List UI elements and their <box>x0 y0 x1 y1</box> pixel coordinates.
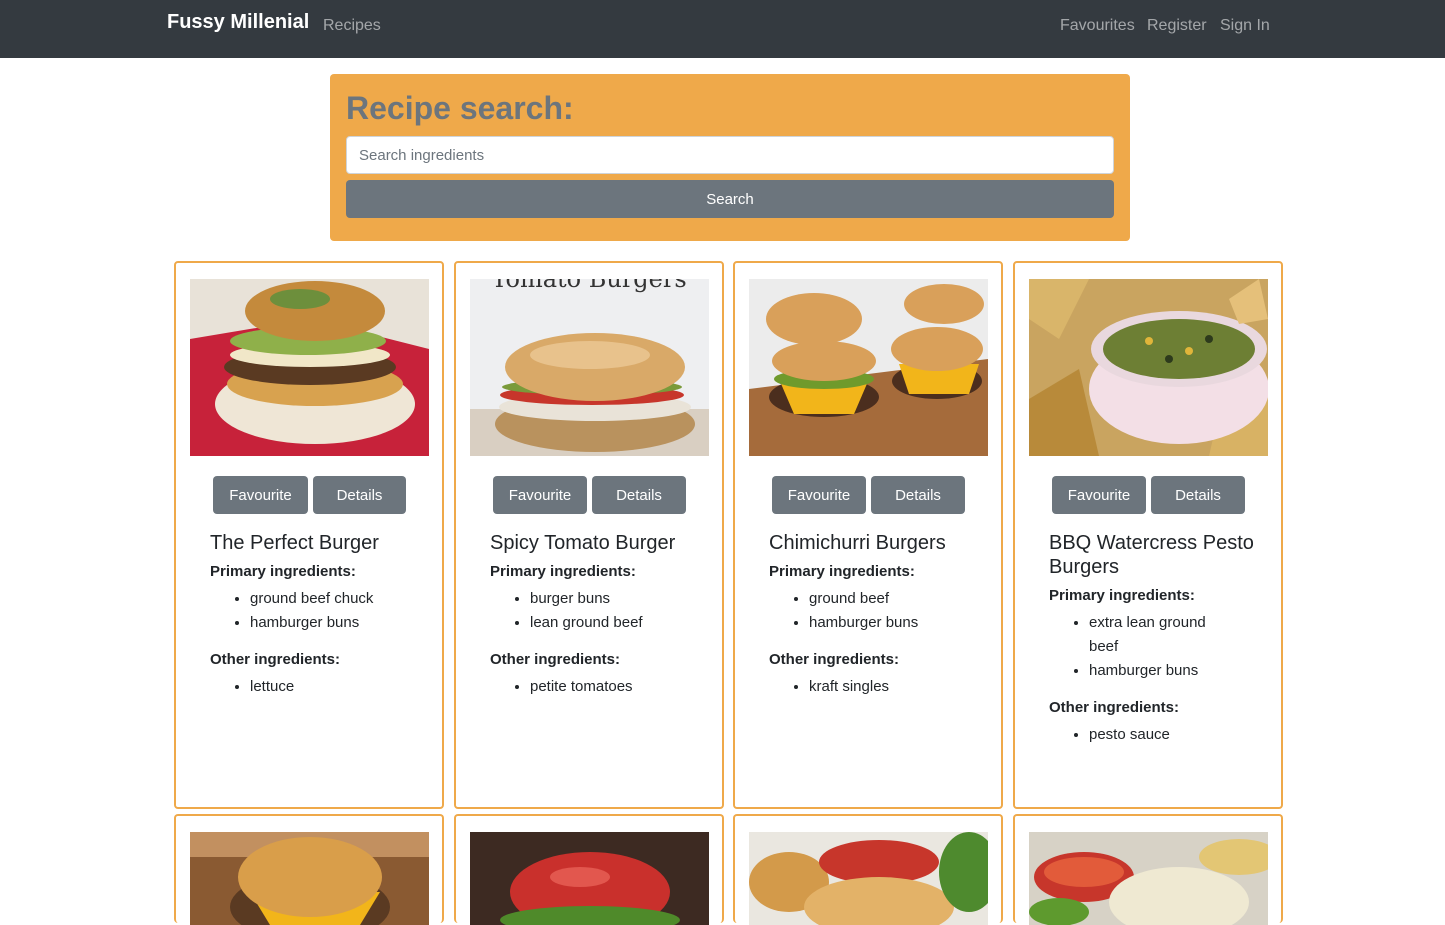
details-button[interactable]: Details <box>1151 476 1245 514</box>
recipe-card: Favourite Details BBQ Watercress Pesto B… <box>1013 261 1283 809</box>
list-item: ground beef chuck <box>250 587 432 611</box>
recipe-card <box>733 814 1003 925</box>
primary-ingredients-list: burger buns lean ground beef <box>490 587 712 635</box>
card-button-row: Favourite Details <box>772 476 972 514</box>
other-ingredients-label: Other ingredients: <box>490 651 621 668</box>
dip-photo <box>1029 279 1268 456</box>
burger-photo <box>749 832 988 925</box>
primary-ingredients-list: ground beef hamburger buns <box>769 587 991 635</box>
other-ingredients-label: Other ingredients: <box>769 651 900 668</box>
search-button[interactable]: Search <box>346 180 1114 218</box>
recipe-card: Tomato Burgers Favourite Details Spicy T… <box>454 261 724 809</box>
recipe-image[interactable] <box>749 832 988 925</box>
search-input[interactable] <box>346 136 1114 174</box>
recipe-card <box>174 814 444 925</box>
recipe-image[interactable]: Tomato Burgers <box>470 279 709 456</box>
image-caption: Tomato Burgers <box>491 279 686 293</box>
card-button-row: Favourite Details <box>1052 476 1252 514</box>
burger-photo: Tomato Burgers <box>470 279 709 456</box>
nav-link-favourites[interactable]: Favourites <box>1060 17 1135 35</box>
details-button[interactable]: Details <box>313 476 406 514</box>
other-ingredients-list: lettuce <box>210 675 432 699</box>
card-button-row: Favourite Details <box>493 476 693 514</box>
card-body: Spicy Tomato Burger Primary ingredients:… <box>490 531 712 713</box>
other-ingredients-list: petite tomatoes <box>490 675 712 699</box>
recipe-image[interactable] <box>190 279 429 456</box>
burger-photo <box>190 832 429 925</box>
favourite-button[interactable]: Favourite <box>772 476 866 514</box>
card-body: Chimichurri Burgers Primary ingredients:… <box>769 531 991 713</box>
brand-logo[interactable]: Fussy Millenial <box>167 11 309 34</box>
favourite-button[interactable]: Favourite <box>493 476 587 514</box>
recipe-title: Chimichurri Burgers <box>769 532 946 554</box>
navbar: Fussy Millenial Recipes Favourites Regis… <box>0 0 1445 58</box>
search-title: Recipe search: <box>346 90 574 126</box>
primary-ingredients-list: ground beef chuck hamburger buns <box>210 587 432 635</box>
other-ingredients-list: kraft singles <box>769 675 991 699</box>
other-ingredients-label: Other ingredients: <box>210 651 341 668</box>
recipe-card <box>454 814 724 925</box>
details-button[interactable]: Details <box>871 476 965 514</box>
primary-ingredients-label: Primary ingredients: <box>490 563 636 580</box>
list-item: lean ground beef <box>530 611 712 635</box>
recipe-title: Spicy Tomato Burger <box>490 532 676 554</box>
list-item: petite tomatoes <box>530 675 712 699</box>
nav-link-recipes[interactable]: Recipes <box>323 17 381 35</box>
primary-ingredients-label: Primary ingredients: <box>210 563 356 580</box>
recipe-card <box>1013 814 1283 925</box>
burger-photo <box>749 279 988 456</box>
primary-ingredients-list: extra lean ground beef hamburger buns <box>1049 611 1239 683</box>
list-item: burger buns <box>530 587 712 611</box>
recipe-card: Favourite Details The Perfect Burger Pri… <box>174 261 444 809</box>
favourite-button[interactable]: Favourite <box>213 476 308 514</box>
primary-ingredients-label: Primary ingredients: <box>1049 587 1195 604</box>
list-item: pesto sauce <box>1089 723 1271 747</box>
card-body: The Perfect Burger Primary ingredients: … <box>210 531 432 713</box>
card-body: BBQ Watercress Pesto Burgers Primary ing… <box>1049 531 1271 761</box>
favourite-button[interactable]: Favourite <box>1052 476 1146 514</box>
burger-photo <box>470 832 709 925</box>
list-item: hamburger buns <box>809 611 991 635</box>
recipe-image[interactable] <box>749 279 988 456</box>
search-panel: Recipe search: Search <box>330 74 1130 241</box>
list-item: ground beef <box>809 587 991 611</box>
list-item: kraft singles <box>809 675 991 699</box>
details-button[interactable]: Details <box>592 476 686 514</box>
list-item: hamburger buns <box>1089 659 1239 683</box>
card-button-row: Favourite Details <box>213 476 413 514</box>
recipe-image[interactable] <box>1029 832 1268 925</box>
list-item: extra lean ground beef <box>1089 611 1239 659</box>
burger-photo <box>1029 832 1268 925</box>
burger-photo <box>190 279 429 456</box>
recipe-card: Favourite Details Chimichurri Burgers Pr… <box>733 261 1003 809</box>
nav-link-sign-in[interactable]: Sign In <box>1220 17 1270 35</box>
primary-ingredients-label: Primary ingredients: <box>769 563 915 580</box>
list-item: lettuce <box>250 675 432 699</box>
other-ingredients-label: Other ingredients: <box>1049 699 1180 716</box>
other-ingredients-list: pesto sauce <box>1049 723 1271 747</box>
recipe-image[interactable] <box>1029 279 1268 456</box>
recipe-image[interactable] <box>190 832 429 925</box>
recipe-image[interactable] <box>470 832 709 925</box>
recipe-title: The Perfect Burger <box>210 532 379 554</box>
nav-link-register[interactable]: Register <box>1147 17 1207 35</box>
list-item: hamburger buns <box>250 611 432 635</box>
recipe-title: BBQ Watercress Pesto Burgers <box>1049 532 1254 578</box>
